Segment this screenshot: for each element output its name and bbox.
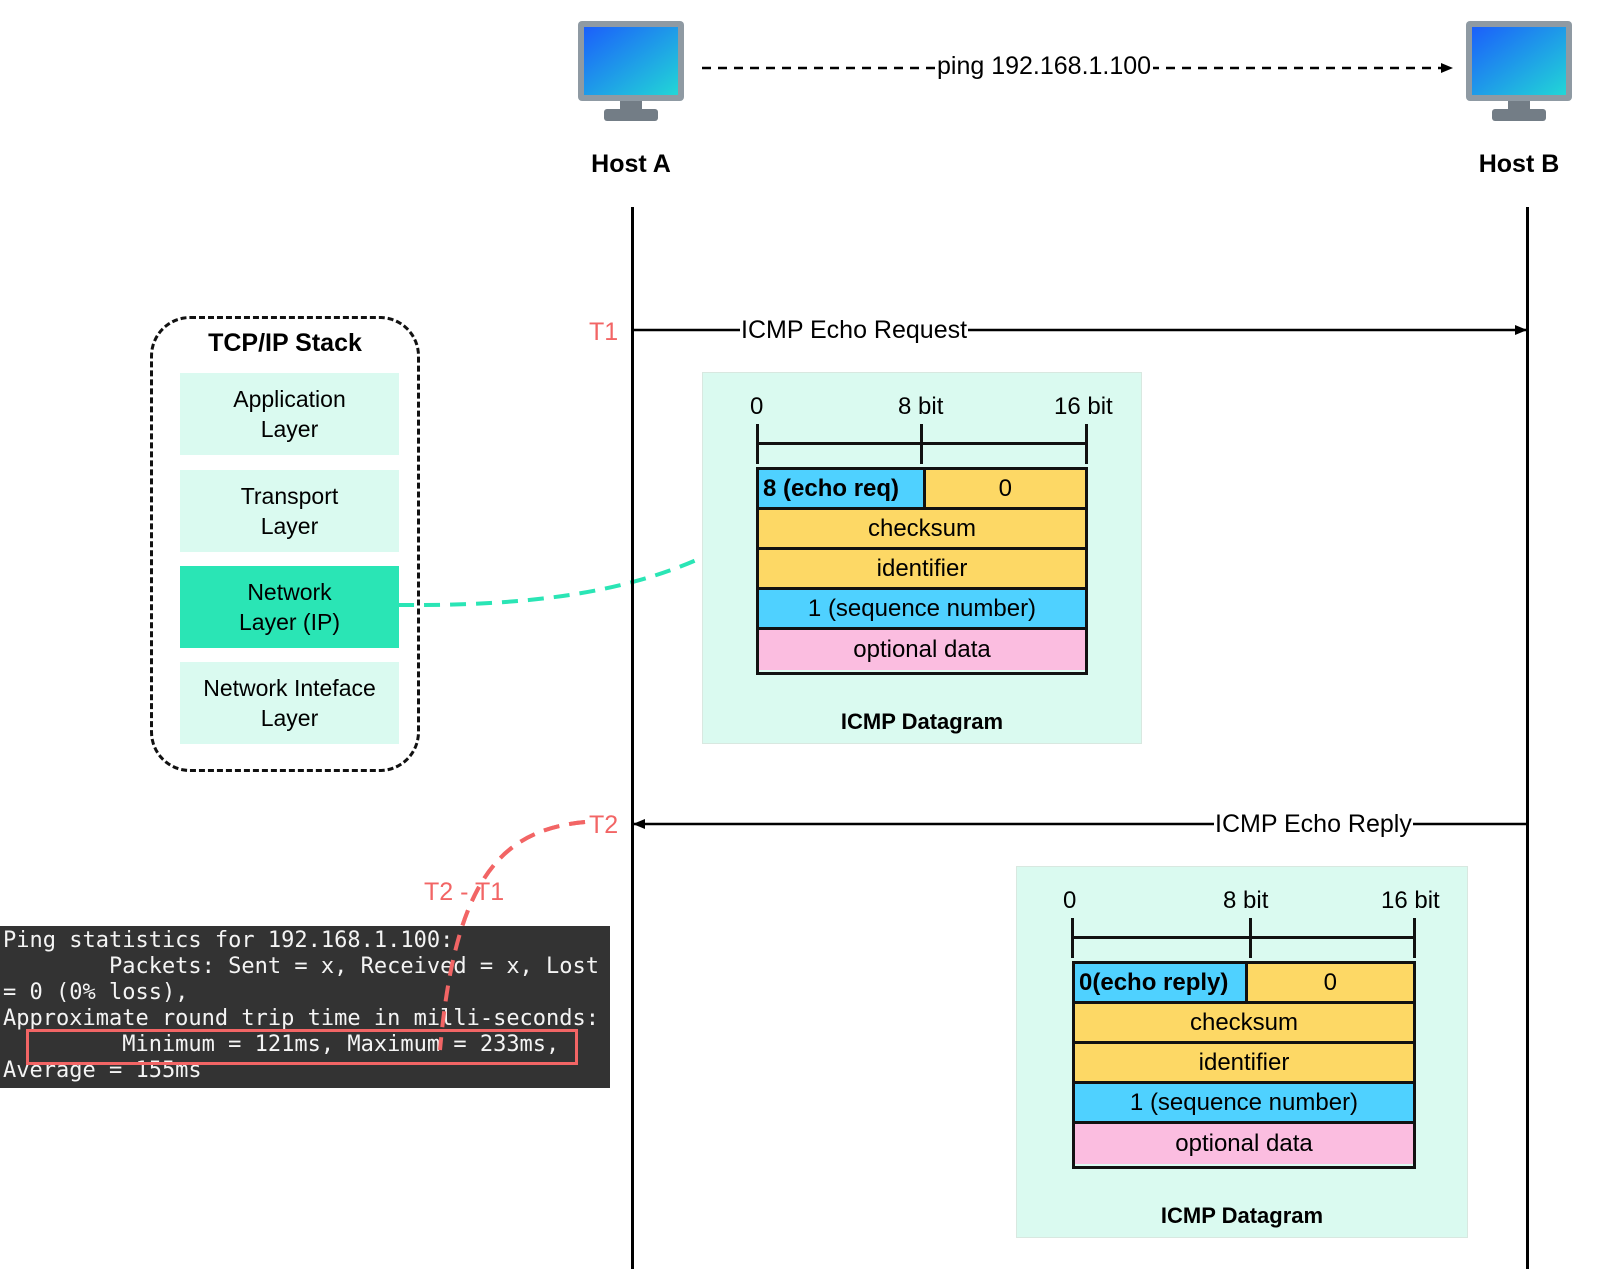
code-field: 0 [922,470,1085,507]
tcpip-stack: TCP/IP Stack Application Layer Transport L… [150,316,420,772]
bit-label-8: 8 bit [1223,887,1269,914]
layer-label-line2: Layer [260,416,319,442]
reply-datagram-panel: 0 8 bit 16 bit 0(echo reply) 0 checksum … [1016,866,1468,1238]
terminal-line: Packets: Sent = x, Received = x, Lost [3,954,600,979]
desktop-monitor-icon [1466,21,1572,121]
bit-label-8: 8 bit [898,393,944,420]
application-layer: Application Layer [180,373,399,455]
t2-marker: T2 [589,811,619,839]
layer-label-line1: Network [247,579,332,605]
bit-label-16: 16 bit [1054,393,1113,420]
type-field: 0(echo reply) [1075,964,1245,1001]
bit-ruler [1071,918,1416,958]
host-b-lifeline [1526,207,1529,1269]
bit-label-0: 0 [750,393,764,420]
data-field: optional data [759,630,1085,670]
network-interface-layer: Network Inteface Layer [180,662,399,744]
bit-ruler [756,424,1088,464]
layer-label-line2: Layer [260,513,319,539]
ping-command-label: ping 192.168.1.100 [935,52,1154,81]
echo-reply-label: ICMP Echo Reply [1214,810,1413,839]
request-datagram-panel: 0 8 bit 16 bit 8 (echo req) 0 checksum i… [702,372,1142,744]
code-field: 0 [1244,964,1413,1001]
checksum-field: checksum [759,510,1085,547]
desktop-monitor-icon [578,21,684,121]
t1-marker: T1 [589,318,619,346]
host-b-label: Host B [1478,150,1560,178]
bit-label-0: 0 [1063,887,1077,914]
stack-title: TCP/IP Stack [208,329,362,357]
terminal-line: Ping statistics for 192.168.1.100: [3,928,454,953]
checksum-field: checksum [1075,1004,1413,1041]
layer-label-line2: Layer (IP) [239,609,340,635]
datagram-title: ICMP Datagram [1160,1203,1324,1228]
icmp-header: 8 (echo req) 0 checksum identifier 1 (se… [756,467,1088,675]
host-a-label: Host A [591,150,671,178]
data-field: optional data [1075,1124,1413,1164]
network-layer: Network Layer (IP) [180,566,399,648]
network-layer-connector [397,555,704,608]
layer-label-line1: Transport [240,483,339,509]
rtt-highlight-box [26,1029,578,1065]
datagram-title: ICMP Datagram [840,709,1004,734]
identifier-field: identifier [759,550,1085,587]
transport-layer: Transport Layer [180,470,399,552]
rtt-label: T2 - T1 [424,878,505,906]
layer-label-line1: Network Inteface [203,675,376,701]
identifier-field: identifier [1075,1044,1413,1081]
sequence-field: 1 (sequence number) [759,590,1085,627]
layer-label-line1: Application [233,386,346,412]
layer-label-line2: Layer [260,705,319,731]
icmp-header: 0(echo reply) 0 checksum identifier 1 (s… [1072,961,1416,1169]
terminal-line: = 0 (0% loss), [3,980,189,1005]
host-a-lifeline [631,207,634,1269]
type-field: 8 (echo req) [759,470,923,507]
bit-label-16: 16 bit [1381,887,1440,914]
echo-request-label: ICMP Echo Request [740,316,969,345]
sequence-field: 1 (sequence number) [1075,1084,1413,1121]
